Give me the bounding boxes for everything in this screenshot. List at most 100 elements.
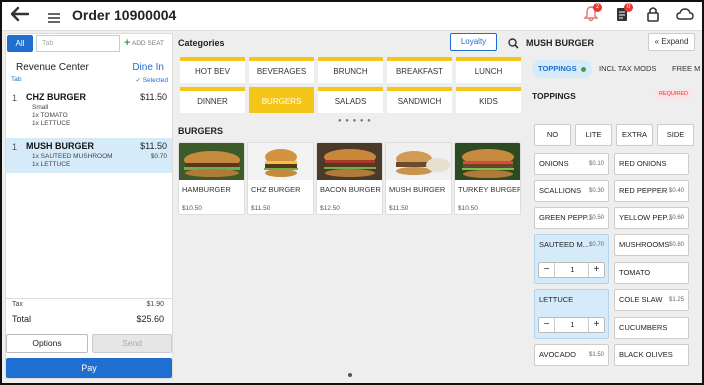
product-price: $11.50 xyxy=(389,205,409,212)
product-card[interactable]: HAMBURGER $10.50 xyxy=(178,142,245,215)
cloud-icon[interactable] xyxy=(676,6,694,27)
product-card[interactable]: BACON BURGER $12.50 xyxy=(316,142,383,215)
item-modifier: 1x LETTUCE xyxy=(32,120,71,127)
modifier-option[interactable]: TOMATO xyxy=(614,262,689,284)
product-price: $11.50 xyxy=(251,205,271,212)
selected-label: Selected xyxy=(142,77,168,84)
tab-free-mods[interactable]: FREE M xyxy=(672,60,700,78)
modifier-option[interactable]: SCALLIONS $0.30 xyxy=(534,180,609,202)
minus-icon[interactable]: − xyxy=(539,263,555,277)
item-modifier: 1x LETTUCE xyxy=(32,161,71,168)
back-arrow-icon[interactable] xyxy=(10,6,30,27)
search-icon[interactable] xyxy=(508,36,519,54)
category-breakfast[interactable]: BREAKFAST xyxy=(387,57,452,83)
options-button[interactable]: Options xyxy=(6,334,88,353)
portion-lite-button[interactable]: LITE xyxy=(575,124,612,146)
orders-badge: 0 xyxy=(624,3,633,12)
portion-side-button[interactable]: SIDE xyxy=(657,124,694,146)
product-card[interactable]: CHZ BURGER $11.50 xyxy=(247,142,314,215)
order-panel: All Tab + ADD SEAT Revenue Center Dine I… xyxy=(5,33,173,379)
modifier-name: TOMATO xyxy=(619,268,651,277)
modifier-name: GREEN PEPP... xyxy=(539,213,594,222)
divider xyxy=(6,298,172,299)
loyalty-button[interactable]: Loyalty xyxy=(450,33,497,51)
bell-icon[interactable]: 2 xyxy=(583,3,602,27)
category-dinner[interactable]: DINNER xyxy=(180,87,245,113)
modifier-option-selected[interactable]: LETTUCE − 1 + xyxy=(534,289,609,339)
expand-button[interactable]: « Expand xyxy=(648,33,695,51)
modifier-option[interactable]: ONIONS $0.10 xyxy=(534,153,609,175)
modifier-option[interactable]: COLE SLAW $1.25 xyxy=(614,289,689,311)
modifier-option[interactable]: GREEN PEPP... $0.50 xyxy=(534,207,609,229)
modifier-price: $0.10 xyxy=(588,161,604,167)
order-tabs: All Tab + ADD SEAT xyxy=(6,34,174,54)
category-brunch[interactable]: BRUNCH xyxy=(318,57,383,83)
lock-icon[interactable] xyxy=(646,6,660,27)
quantity-stepper: − 1 + xyxy=(538,317,605,333)
item-name: CHZ BURGER xyxy=(26,92,86,102)
modifier-option[interactable]: CUCUMBERS xyxy=(614,317,689,339)
category-sandwich[interactable]: SANDWICH xyxy=(387,87,452,113)
item-modifier: 1x TOMATO xyxy=(32,112,68,119)
modifier-option-selected[interactable]: SAUTEED M... $0.70 − 1 + xyxy=(534,234,609,284)
category-salads[interactable]: SALADS xyxy=(318,87,383,113)
add-seat-button[interactable]: + ADD SEAT xyxy=(124,35,174,52)
item-name: MUSH BURGER xyxy=(26,141,95,151)
category-lunch[interactable]: LUNCH xyxy=(456,57,521,83)
product-name: CHZ BURGER xyxy=(251,185,301,194)
product-name: HAMBURGER xyxy=(182,185,231,194)
modifier-option[interactable]: BLACK OLIVES xyxy=(614,344,689,366)
burger-image xyxy=(386,143,451,180)
plus-icon[interactable]: + xyxy=(588,318,604,332)
modifier-option[interactable]: RED ONIONS xyxy=(614,153,689,175)
modifier-name: CUCUMBERS xyxy=(619,323,668,332)
total-label: Total xyxy=(12,314,32,324)
burger-image xyxy=(455,143,520,180)
tab-label: Tab xyxy=(11,76,22,83)
order-item-selected[interactable]: 1 MUSH BURGER $11.50 1x SAUTEED MUSHROOM… xyxy=(6,138,172,173)
modifier-price: $0.80 xyxy=(668,242,684,248)
modifier-option[interactable]: YELLOW PEP... $0.60 xyxy=(614,207,689,229)
modifier-price: $0.30 xyxy=(588,188,604,194)
chevron-left-icon: « xyxy=(654,37,660,46)
plus-icon[interactable]: + xyxy=(588,263,604,277)
modifier-item-title: MUSH BURGER xyxy=(526,38,595,48)
modifier-option[interactable]: AVOCADO $1.50 xyxy=(534,344,609,366)
tab-toppings[interactable]: TOPPINGS xyxy=(532,60,592,78)
product-name: TURKEY BURGER xyxy=(458,185,521,194)
tab-input[interactable]: Tab xyxy=(36,35,120,52)
total-value: $25.60 xyxy=(136,314,164,324)
section-heading: BURGERS xyxy=(178,126,224,136)
modifier-name: BLACK OLIVES xyxy=(619,350,673,359)
tab-incl-tax-mods[interactable]: INCL TAX MODS xyxy=(599,60,656,78)
add-seat-label: ADD SEAT xyxy=(131,40,164,47)
modifier-name: YELLOW PEP... xyxy=(619,213,673,222)
pay-button[interactable]: Pay xyxy=(6,358,172,378)
tax-value: $1.90 xyxy=(146,301,164,308)
product-card[interactable]: TURKEY BURGER $10.50 xyxy=(454,142,521,215)
portion-extra-button[interactable]: EXTRA xyxy=(616,124,653,146)
category-page-dots: ● ● ● ● ● xyxy=(338,118,372,124)
modifier-price: $1.25 xyxy=(668,297,684,303)
dine-in-toggle[interactable]: Dine In xyxy=(132,62,164,73)
category-burgers[interactable]: BURGERS xyxy=(249,87,314,113)
modifier-option[interactable]: MUSHROOMS $0.80 xyxy=(614,234,689,256)
item-price: $11.50 xyxy=(140,141,167,151)
selected-indicator: ✓ Selected xyxy=(135,76,168,84)
minus-icon[interactable]: − xyxy=(539,318,555,332)
product-card[interactable]: MUSH BURGER $11.50 xyxy=(385,142,452,215)
revenue-center: Revenue Center xyxy=(16,62,89,73)
portion-no-button[interactable]: NO xyxy=(534,124,571,146)
modifier-option[interactable]: RED PEPPER $0.40 xyxy=(614,180,689,202)
order-item[interactable]: 1 CHZ BURGER $11.50 Small 1x TOMATO 1x L… xyxy=(6,89,172,133)
category-beverages[interactable]: BEVERAGES xyxy=(249,57,314,83)
tab-all[interactable]: All xyxy=(7,35,33,52)
orders-icon[interactable]: 0 xyxy=(615,3,633,27)
modifier-name: COLE SLAW xyxy=(619,295,663,304)
category-hot-bev[interactable]: HOT BEV xyxy=(180,57,245,83)
menu-icon[interactable] xyxy=(48,10,60,28)
burger-image xyxy=(317,143,382,180)
send-button[interactable]: Send xyxy=(92,334,172,353)
modifier-name: ONIONS xyxy=(539,159,569,168)
category-kids[interactable]: KIDS xyxy=(456,87,521,113)
